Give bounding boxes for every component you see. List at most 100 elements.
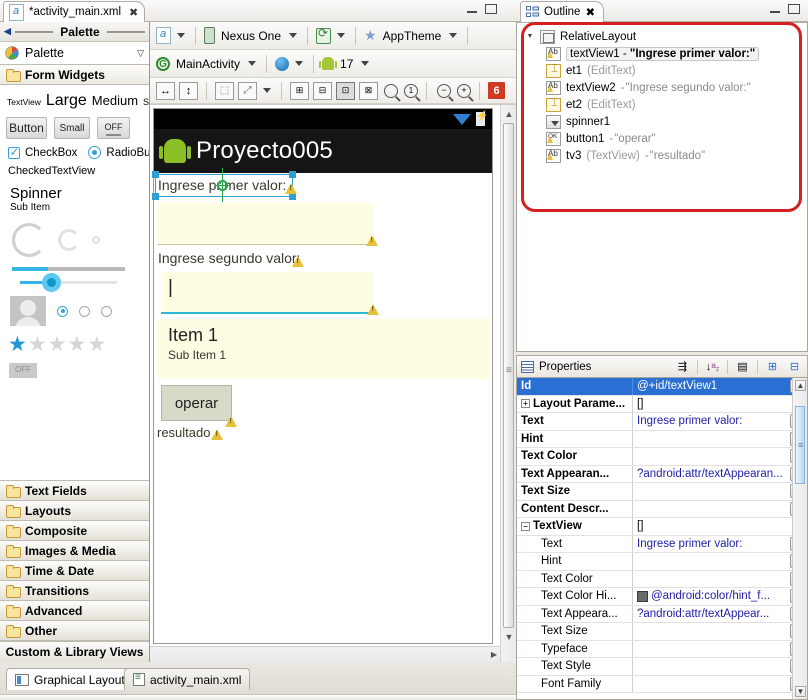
outline-tree[interactable]: ▼ RelativeLayout textView1 - "Ingrese pr… — [516, 22, 808, 352]
align-left-icon[interactable]: ⊞ — [290, 81, 309, 100]
locale-icon[interactable] — [275, 56, 290, 71]
preview-textview2[interactable]: Ingrese segundo valor: — [158, 250, 300, 266]
scroll-down-arrow-icon[interactable]: ▼ — [504, 632, 514, 642]
change-layout-icon[interactable]: ⊠ — [359, 81, 378, 100]
properties-table[interactable]: Id@+id/textView1…+Layout Parame...[]Text… — [516, 377, 808, 700]
property-value-cell[interactable]: … — [633, 553, 807, 570]
property-row[interactable]: Text Appearan... ?android:attr/textAppear… — [517, 465, 807, 483]
chevron-down-icon[interactable] — [248, 61, 257, 66]
property-value-cell[interactable]: … — [633, 501, 807, 518]
palette-group-time-date[interactable]: Time & Date — [0, 560, 149, 581]
palette-selector[interactable]: Palette ▽ — [0, 42, 149, 65]
property-row[interactable]: Hint… — [517, 430, 807, 448]
property-row[interactable]: Text Color Hi... @android:color/hint_f...… — [517, 588, 807, 606]
palette-group-text-fields[interactable]: Text Fields — [0, 480, 149, 501]
palette-custom-library-views[interactable]: Custom & Library Views — [0, 641, 149, 662]
property-row[interactable]: Text Ingrese primer valor:… — [517, 413, 807, 431]
preview-spinner1[interactable]: Item 1 Sub Item 1 — [158, 319, 490, 379]
lint-warning-icon-3[interactable] — [292, 256, 304, 267]
property-value-cell[interactable]: ?android:attr/textAppearan...… — [633, 466, 807, 483]
tree-node-et1[interactable]: et1 (EditText) — [517, 62, 807, 79]
property-row[interactable]: + Layout Parame... [] — [517, 395, 807, 413]
widget-small-button[interactable]: Small — [54, 117, 90, 139]
radiogroup-radio-3[interactable] — [101, 305, 112, 317]
property-row[interactable]: Text Color… — [517, 448, 807, 466]
property-value-cell[interactable]: Ingrese primer valor:… — [633, 413, 807, 430]
close-icon[interactable]: ✖ — [585, 5, 595, 19]
resize-handle-bl[interactable] — [152, 193, 159, 200]
tree-node-relativelayout[interactable]: ▼ RelativeLayout — [517, 28, 807, 45]
property-value-cell[interactable]: Ingrese primer valor:… — [633, 536, 807, 553]
chevron-down-icon[interactable] — [177, 33, 185, 38]
preview-edittext-et2[interactable]: | — [161, 272, 374, 314]
scroll-down-arrow-icon[interactable]: ▼ — [795, 686, 806, 697]
match-width-icon[interactable]: ↔ — [156, 81, 175, 100]
collapse-all-icon[interactable]: ⊟ — [786, 359, 803, 375]
property-value-cell[interactable]: @android:color/hint_f...… — [633, 588, 807, 605]
outline-tab[interactable]: Outline ✖ — [520, 1, 605, 22]
palette-group-transitions[interactable]: Transitions — [0, 580, 149, 601]
collapse-icon[interactable]: − — [521, 521, 530, 531]
baseline-align-icon[interactable]: ⊡ — [336, 81, 355, 100]
property-row[interactable]: Text Appeara... ?android:attr/textAppear.… — [517, 605, 807, 623]
chevron-down-icon[interactable] — [295, 61, 304, 66]
show-advanced-icon[interactable]: ▤ — [734, 359, 751, 375]
tree-node-button1[interactable]: button1 - "operar" — [517, 130, 807, 147]
seekbar-widget[interactable] — [20, 273, 117, 292]
property-row[interactable]: Typeface… — [517, 640, 807, 658]
lint-warning-icon-1[interactable] — [285, 183, 297, 194]
lint-warning-icon-2[interactable] — [366, 235, 378, 246]
property-row[interactable]: Text Style… — [517, 658, 807, 676]
palette-group-advanced[interactable]: Advanced — [0, 600, 149, 621]
radiogroup-radio-1[interactable] — [57, 305, 68, 317]
chevron-down-icon[interactable] — [449, 33, 458, 38]
close-icon[interactable]: ✖ — [129, 6, 138, 19]
zoom-out-icon[interactable]: − — [437, 83, 451, 98]
expand-icon[interactable]: + — [521, 399, 530, 409]
show-outlines-icon[interactable]: ⬚ — [215, 81, 234, 100]
sort-alpha-icon[interactable]: ↓ az — [704, 359, 721, 375]
widget-medium-text[interactable]: Medium — [92, 93, 138, 108]
property-value-cell[interactable]: … — [633, 676, 807, 693]
scroll-thumb-vertical[interactable] — [795, 406, 805, 484]
property-value-cell[interactable]: … — [633, 571, 807, 588]
resize-handle-br[interactable] — [289, 193, 296, 200]
widget-radiobutton-label[interactable]: RadioButton — [106, 147, 149, 159]
widget-toggle-button[interactable]: OFF — [97, 117, 130, 139]
resize-handle-tr[interactable] — [289, 171, 296, 178]
property-row[interactable]: Content Descr...… — [517, 500, 807, 518]
palette-group-images-media[interactable]: Images & Media — [0, 540, 149, 561]
maximize-icon[interactable] — [485, 4, 497, 15]
progressbar-large-icon[interactable] — [12, 223, 46, 257]
widget-checkbox-label[interactable]: CheckBox — [25, 147, 77, 159]
layout-config-icon[interactable] — [156, 27, 171, 44]
chevron-down-icon[interactable] — [289, 33, 298, 38]
orientation-icon[interactable] — [316, 26, 332, 44]
collapse-arrow-icon[interactable]: ◀ — [4, 26, 11, 37]
palette-group-composite[interactable]: Composite — [0, 520, 149, 541]
widget-textview-sample[interactable]: TextView — [7, 97, 41, 107]
zoom-in-icon[interactable]: + — [457, 83, 471, 98]
align-center-icon[interactable]: ⊟ — [313, 81, 332, 100]
expand-all-icon[interactable]: ⊞ — [764, 359, 781, 375]
checkbox-icon[interactable] — [8, 145, 20, 159]
tree-node-tv3[interactable]: tv3 (TextView) - "resultado" — [517, 147, 807, 164]
preview-horizontal-scrollbar[interactable]: ▶ — [150, 646, 500, 662]
device-selector[interactable]: Nexus One — [219, 29, 283, 43]
ratingbar-widget[interactable]: ★ ★ ★ ★ ★ — [8, 334, 143, 355]
property-row[interactable]: Text Ingrese primer valor:… — [517, 535, 807, 553]
scroll-up-arrow-icon[interactable]: ▲ — [795, 380, 806, 391]
property-value-cell[interactable]: … — [633, 448, 807, 465]
tree-node-textview2[interactable]: textView2 - "Ingrese segundo valor:" — [517, 79, 807, 96]
property-row[interactable]: Text Size… — [517, 483, 807, 501]
property-value-cell[interactable]: [] — [633, 396, 807, 413]
chevron-down-icon[interactable] — [337, 33, 346, 38]
property-value-cell[interactable]: [] — [633, 518, 807, 535]
property-row[interactable]: Font Family… — [517, 675, 807, 693]
radiogroup-radio-2[interactable] — [79, 305, 90, 317]
chevron-down-icon[interactable]: ▽ — [137, 48, 144, 59]
property-value-cell[interactable]: … — [633, 431, 807, 448]
distribute-icon[interactable]: ⤢ — [238, 81, 257, 100]
widget-spinner-label[interactable]: Spinner — [10, 185, 143, 202]
editor-tab-activity-main-xml[interactable]: *activity_main.xml ✖ — [3, 1, 146, 22]
